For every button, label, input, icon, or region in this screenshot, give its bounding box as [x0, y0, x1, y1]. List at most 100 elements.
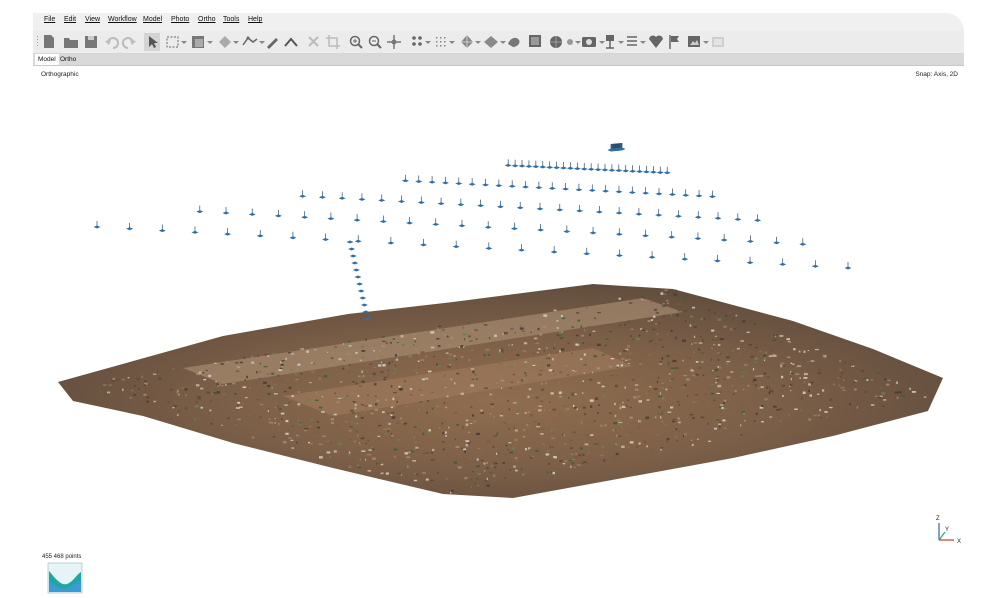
camera-station	[588, 184, 596, 192]
camera-station	[746, 235, 754, 243]
camera-station	[641, 229, 649, 238]
draw-polyline-icon[interactable]	[267, 38, 278, 49]
camera-station	[811, 260, 819, 268]
tab-model[interactable]: Model	[35, 54, 59, 65]
menu-edit[interactable]: Edit	[64, 16, 76, 23]
camera-station	[553, 161, 561, 170]
camera-station	[566, 162, 574, 170]
dem-icon[interactable]	[508, 37, 520, 47]
menu-help[interactable]: Help	[248, 16, 262, 23]
tiled-model-icon[interactable]	[484, 36, 506, 48]
camera-station	[379, 215, 387, 224]
camera-station	[628, 186, 636, 194]
camera-station	[222, 207, 230, 215]
camera-station	[301, 211, 309, 219]
camera-station	[455, 177, 463, 186]
ruler-icon[interactable]	[242, 36, 265, 46]
image-icon[interactable]	[688, 36, 709, 47]
camera-station	[615, 228, 623, 236]
camera-station	[695, 189, 703, 198]
menu-file[interactable]: File	[44, 16, 55, 23]
camera-station	[274, 209, 282, 218]
camera-station	[694, 232, 702, 241]
axis-gizmo: Z Y X	[936, 516, 961, 545]
camera-station	[318, 191, 326, 199]
camera-station	[844, 262, 852, 270]
view-tabs: Model Ortho	[33, 54, 964, 66]
camera-station	[668, 188, 676, 197]
crop-icon[interactable]	[326, 35, 340, 49]
camera-station	[648, 251, 656, 259]
camera-station	[401, 174, 409, 183]
list-icon[interactable]	[627, 36, 646, 46]
camera-station	[417, 196, 425, 205]
move-object-icon[interactable]	[387, 35, 401, 49]
camera-station	[327, 212, 335, 221]
camera-station	[289, 231, 297, 240]
menu-view[interactable]: View	[85, 16, 100, 23]
camera-station	[548, 182, 556, 190]
open-icon[interactable]	[64, 38, 78, 48]
camera-station	[322, 233, 330, 241]
camera-station	[516, 201, 524, 210]
texture-icon[interactable]	[529, 35, 541, 47]
camera-station	[601, 163, 609, 172]
camera-station	[354, 275, 362, 279]
point-cloud-scene[interactable]: Z Y X	[33, 66, 964, 598]
shaded-icon[interactable]	[567, 39, 581, 45]
camera-station	[428, 176, 436, 184]
camera-station	[495, 179, 503, 188]
camera-station	[387, 237, 395, 245]
camera-station	[576, 204, 584, 213]
camera-station	[535, 181, 543, 190]
dense-cloud-icon[interactable]	[436, 37, 455, 47]
point-cloud-icon[interactable]	[412, 36, 431, 46]
menu-model[interactable]: Model	[143, 16, 162, 23]
redo-icon[interactable]	[122, 37, 136, 49]
camera-station	[517, 244, 525, 252]
screenshot-icon[interactable]	[712, 37, 724, 47]
undo-icon[interactable]	[105, 37, 119, 49]
show-cameras-icon[interactable]	[606, 35, 624, 49]
shape-icon[interactable]	[284, 37, 298, 47]
camera-station	[496, 200, 504, 209]
navigation-icon[interactable]	[144, 33, 160, 51]
camera-station	[299, 190, 307, 198]
zoom-in-icon[interactable]	[349, 35, 363, 49]
camera-station	[420, 238, 428, 247]
camera-station	[504, 159, 512, 167]
orthomosaic-icon[interactable]	[550, 36, 562, 48]
menu-ortho[interactable]: Ortho	[198, 16, 216, 23]
camera-station	[573, 162, 581, 171]
toolbar-icons	[37, 33, 724, 51]
menu-photo[interactable]: Photo	[171, 16, 189, 23]
axis-y-label: Y	[945, 527, 949, 533]
camera-station	[338, 192, 346, 200]
camera-station	[348, 247, 356, 251]
flag-icon[interactable]	[669, 35, 679, 49]
save-icon[interactable]	[85, 36, 97, 48]
camera-station	[191, 226, 199, 234]
mesh-icon[interactable]	[461, 35, 481, 48]
camera-station	[668, 231, 676, 239]
camera-station	[642, 165, 650, 174]
camera-station	[595, 205, 603, 214]
new-icon[interactable]	[44, 35, 54, 48]
camera-station	[406, 216, 414, 225]
rotate-region-icon[interactable]	[219, 36, 239, 48]
camera-station	[642, 187, 650, 195]
markers-icon[interactable]	[649, 35, 663, 48]
tab-ortho[interactable]: Ortho	[57, 54, 79, 65]
camera-icon[interactable]	[582, 37, 605, 47]
camera-station	[799, 238, 807, 246]
resize-region-icon[interactable]	[192, 36, 213, 48]
rectangle-selection-icon[interactable]	[166, 36, 187, 48]
menu-tools[interactable]: Tools	[223, 16, 239, 23]
delete-icon[interactable]	[308, 36, 319, 47]
camera-station	[351, 261, 359, 265]
camera-station	[93, 221, 101, 229]
camera-station	[508, 180, 516, 188]
zoom-out-icon[interactable]	[368, 35, 382, 49]
menu-workflow[interactable]: Workflow	[108, 16, 137, 23]
model-viewport[interactable]: Orthographic Snap: Axis, 2D Z Y X 455 46…	[33, 66, 964, 598]
